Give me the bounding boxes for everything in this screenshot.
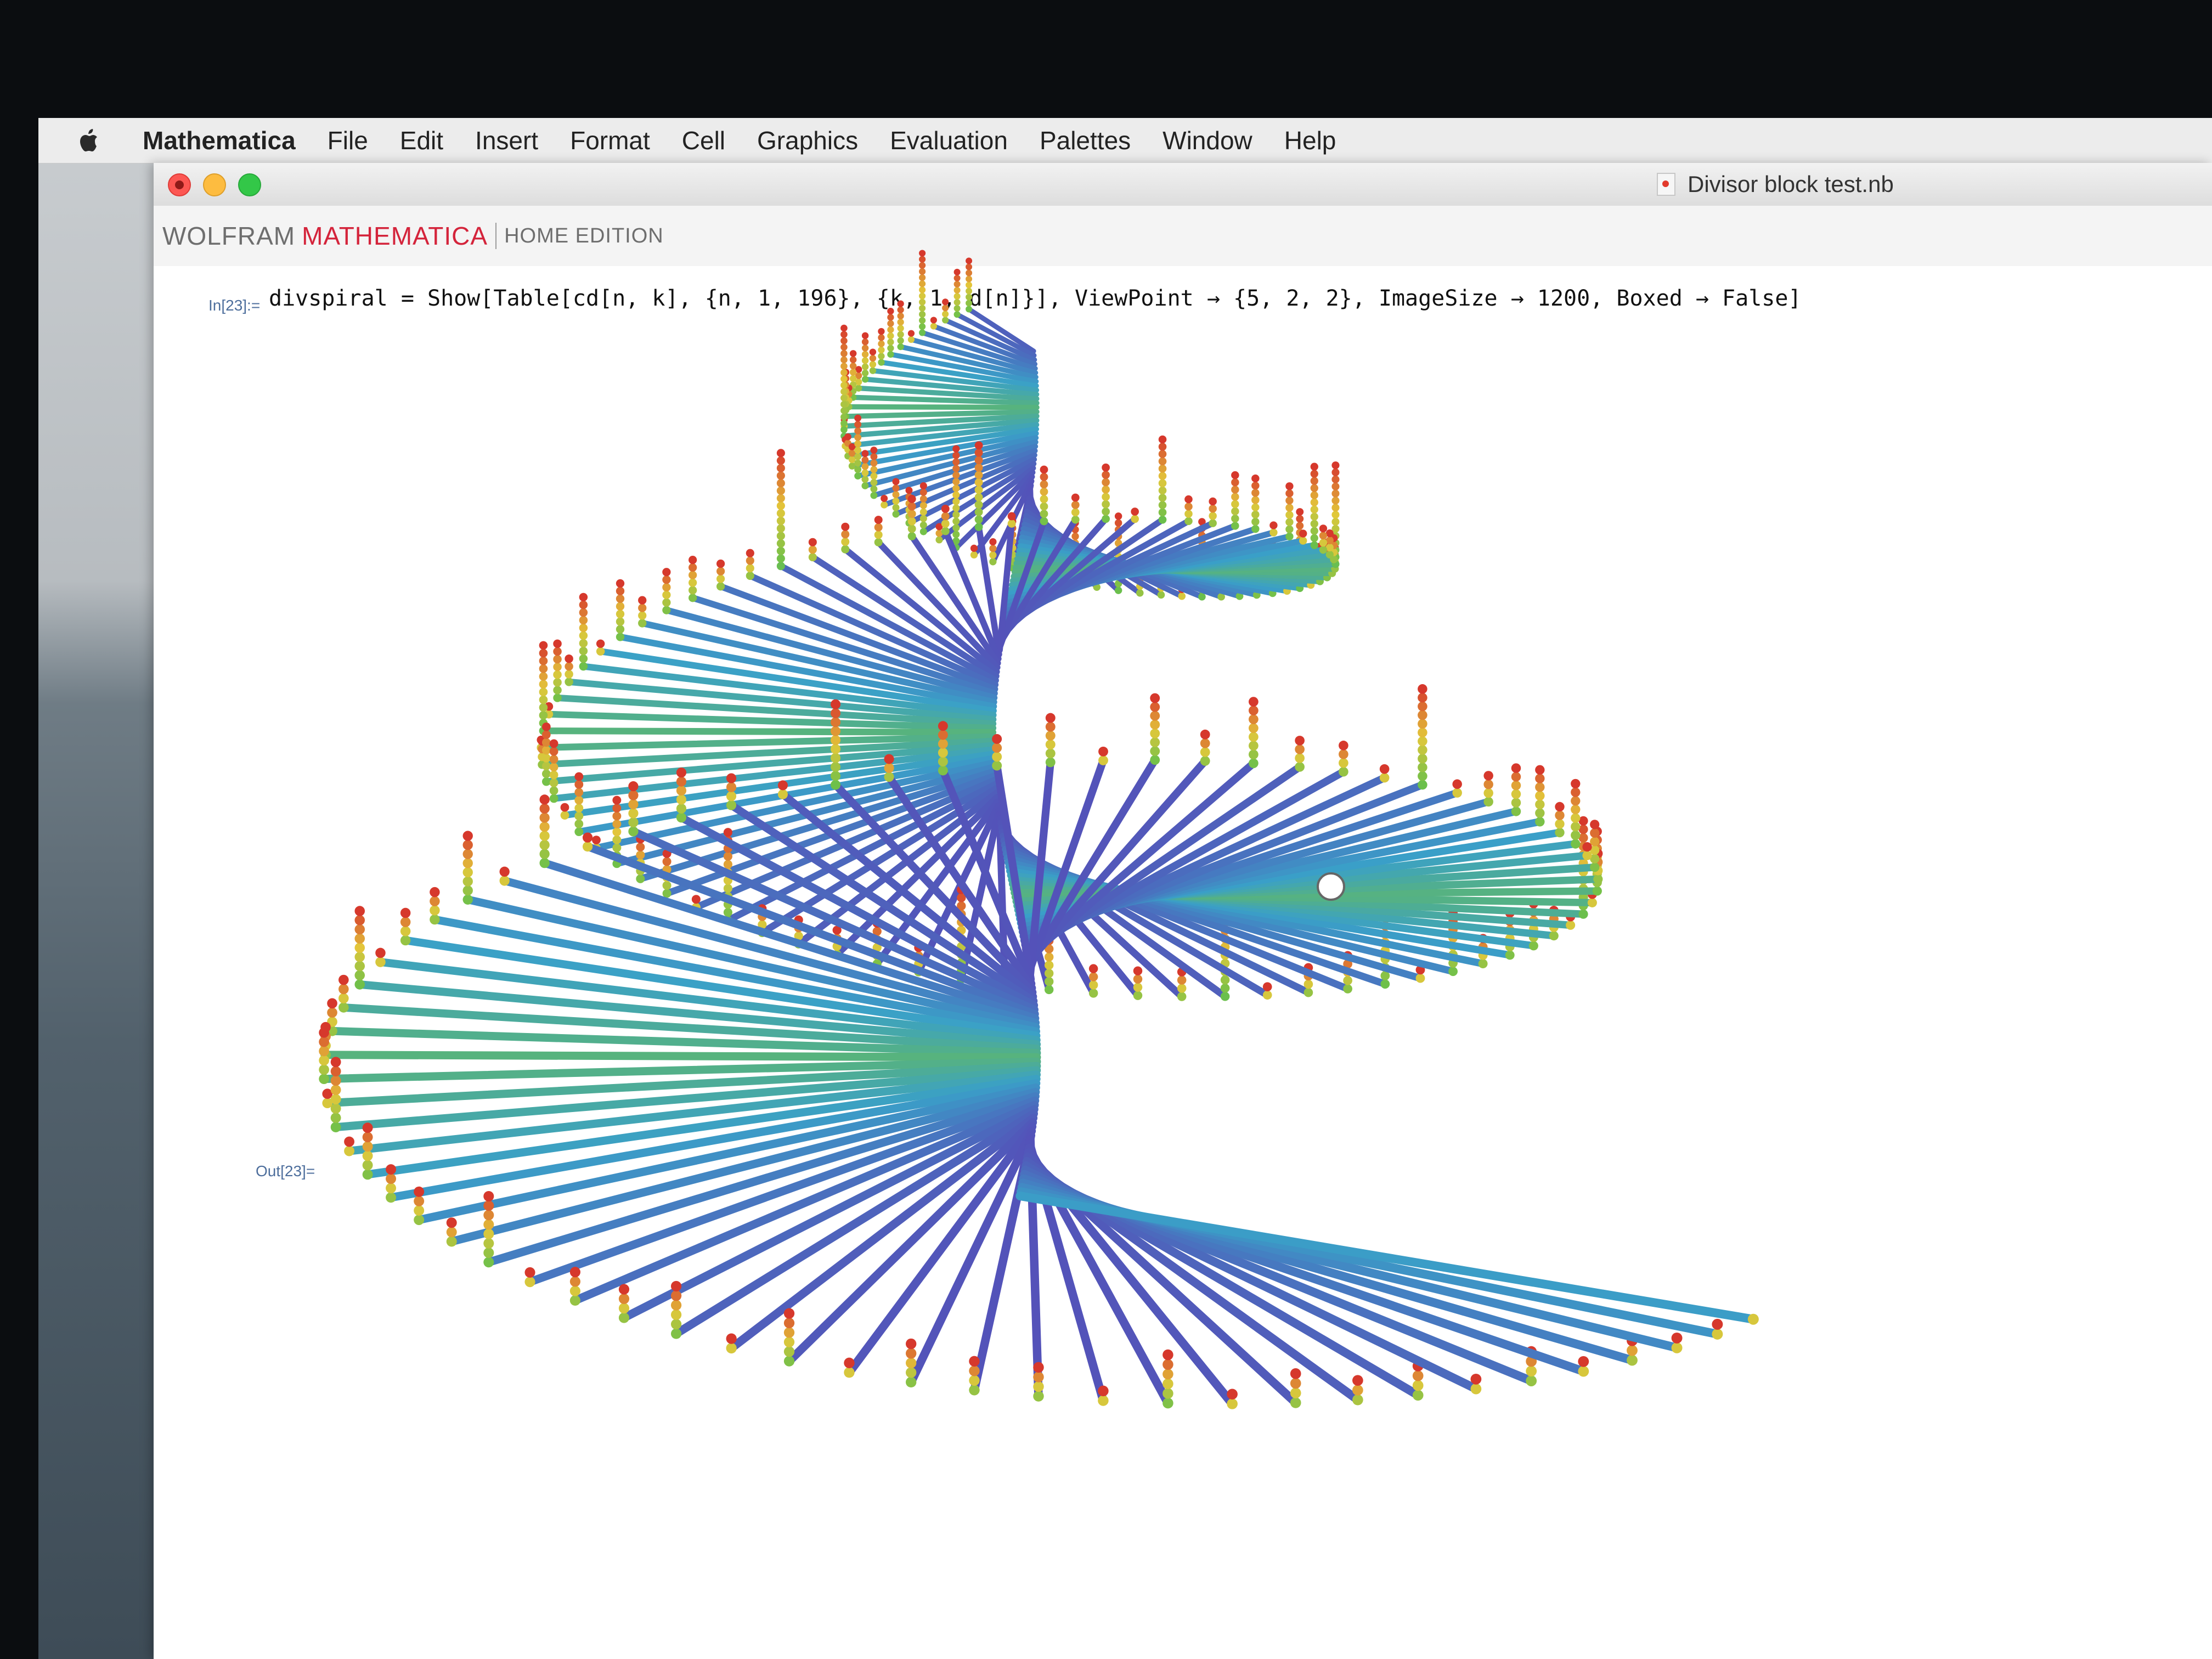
- input-cell-label: In[23]:=: [208, 297, 261, 314]
- brand-edition: HOME EDITION: [504, 224, 664, 247]
- document-title: Divisor block test.nb: [1657, 163, 1894, 206]
- menu-file[interactable]: File: [328, 118, 368, 163]
- brand-mathematica: MATHEMATICA: [302, 222, 488, 250]
- input-cell-code[interactable]: divspiral = Show[Table[cd[n, k], {n, 1, …: [269, 286, 1802, 311]
- close-icon: [175, 180, 184, 189]
- brand-toolbar: WOLFRAM MATHEMATICA HOME EDITION: [154, 206, 2212, 267]
- rotate-cursor-icon: [1317, 872, 1345, 901]
- menu-graphics[interactable]: Graphics: [757, 118, 858, 163]
- apple-menu-icon[interactable]: [78, 128, 99, 153]
- screen: Mathematica File Edit Insert Format Cell…: [38, 118, 2212, 1659]
- minimize-button[interactable]: [203, 173, 226, 196]
- menu-edit[interactable]: Edit: [400, 118, 443, 163]
- notebook-file-icon: [1657, 173, 1675, 196]
- menu-format[interactable]: Format: [570, 118, 650, 163]
- document-title-text: Divisor block test.nb: [1688, 171, 1894, 197]
- notebook-window: Divisor block test.nb WOLFRAM MATHEMATIC…: [154, 163, 2212, 1659]
- window-titlebar[interactable]: Divisor block test.nb: [154, 163, 2212, 206]
- notebook-content[interactable]: In[23]:= divspiral = Show[Table[cd[n, k]…: [154, 266, 2212, 1659]
- menu-palettes[interactable]: Palettes: [1040, 118, 1131, 163]
- output-cell-label: Out[23]=: [256, 1163, 315, 1180]
- menu-cell[interactable]: Cell: [682, 118, 725, 163]
- wolfram-mathematica-logo: WOLFRAM MATHEMATICA HOME EDITION: [162, 221, 664, 251]
- brand-wolfram: WOLFRAM: [162, 222, 296, 250]
- menu-insert[interactable]: Insert: [475, 118, 538, 163]
- menu-app-name[interactable]: Mathematica: [143, 118, 296, 163]
- close-button[interactable]: [168, 173, 191, 196]
- menu-help[interactable]: Help: [1284, 118, 1336, 163]
- zoom-button[interactable]: [238, 173, 261, 196]
- menu-bar: Mathematica File Edit Insert Format Cell…: [38, 118, 2212, 163]
- menu-evaluation[interactable]: Evaluation: [890, 118, 1008, 163]
- menu-window[interactable]: Window: [1163, 118, 1252, 163]
- brand-divider: [495, 223, 497, 249]
